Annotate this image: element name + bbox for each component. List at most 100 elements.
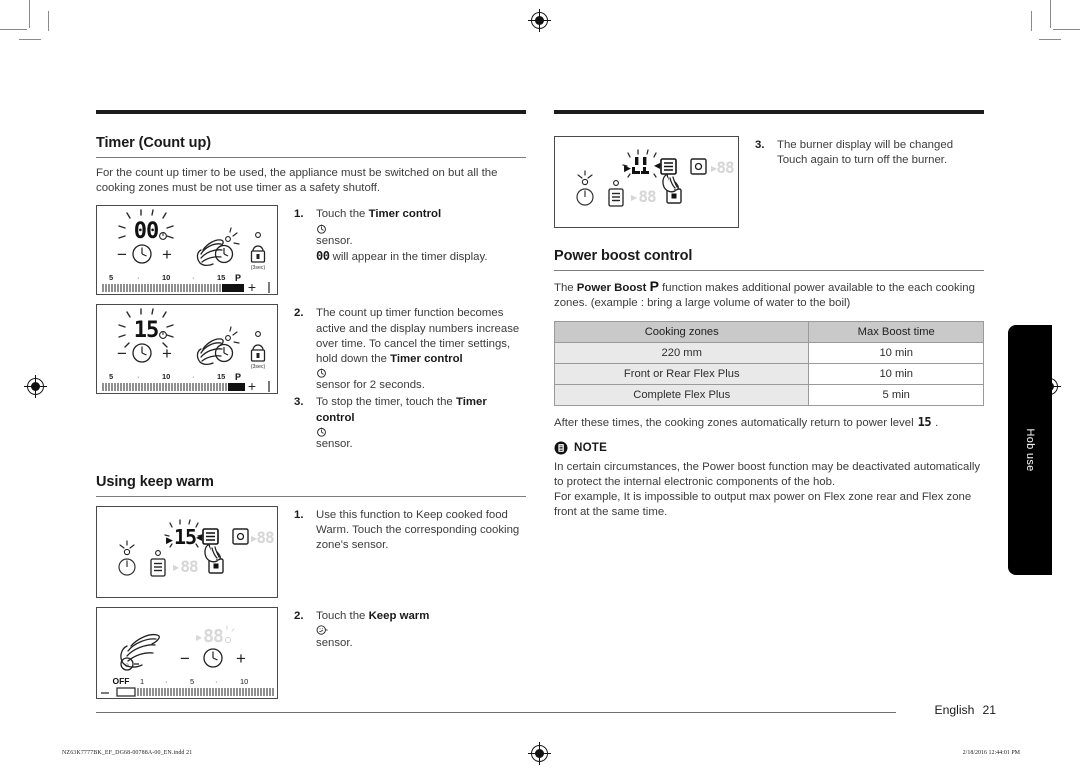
svg-text:P: P: [235, 372, 241, 382]
svg-text:▶: ▶: [251, 534, 258, 543]
svg-text:88: 88: [716, 158, 734, 177]
svg-text:·: ·: [215, 677, 218, 686]
svg-text:OFF: OFF: [113, 676, 130, 686]
heading-underline: [96, 157, 526, 158]
svg-text:·: ·: [137, 273, 140, 282]
svg-text:+: +: [162, 344, 172, 363]
figure-burner-cell: 88 ▶ ▶ ◀ 88 ▶: [554, 136, 739, 228]
svg-text:+: +: [248, 279, 256, 294]
step-item: 1. Use this function to Keep cooked food…: [294, 508, 526, 554]
step-text-post: sensor.: [316, 437, 353, 450]
step-item: 3. The burner display will be changed To…: [755, 138, 984, 168]
power-level-value: 15: [917, 415, 932, 430]
figure-timer-00-cell: 00 − + (3sec) 5 · 10 · 15 P +: [96, 205, 278, 296]
step-text-post: sensor for 2 seconds.: [316, 379, 425, 392]
table-row: 220 mm 10 min: [553, 342, 984, 365]
svg-text:☺: ☺: [124, 663, 130, 669]
svg-text:·: ·: [137, 372, 140, 381]
svg-text:▶: ▶: [711, 164, 718, 173]
section-heading-power-boost: Power boost control: [554, 248, 693, 264]
svg-text:15: 15: [217, 273, 225, 282]
step-number: 1.: [294, 509, 304, 522]
svg-text:15: 15: [134, 318, 159, 343]
step-text-pre: Touch the: [316, 610, 369, 623]
section-heading-timer: Timer (Count up): [96, 135, 211, 151]
crop-mark-tr-h: [1053, 29, 1080, 30]
imprint-timestamp: 2/18/2016 12:44:01 PM: [962, 750, 1020, 756]
svg-text:(3sec): (3sec): [251, 364, 266, 370]
step-item: 3. To stop the timer, touch the Timer co…: [294, 395, 526, 452]
after-table-text: After these times, the cooking zones aut…: [554, 417, 914, 430]
svg-text:5: 5: [109, 273, 113, 282]
figure-timer-15-cell: 15 − + (3sec) 5 · 10 · 15 P +: [96, 304, 278, 395]
registration-mark-bottom: [528, 742, 551, 765]
step-number: 2.: [294, 610, 304, 623]
step-text: Touch the Timer control sensor. 00 will …: [316, 207, 526, 265]
svg-text:+: +: [248, 378, 256, 393]
step-1-cell: 1. Touch the Timer control sensor. 00 wi…: [278, 205, 526, 267]
keep-warm-icon: [316, 625, 328, 635]
boost-time-table: Cooking zones Max Boost time 220 mm 10 m…: [553, 321, 984, 407]
step-item: 2. The count up timer function becomes a…: [294, 306, 526, 393]
step-text-pre: Touch the: [316, 208, 369, 221]
crop-mark-tl-v: [29, 0, 30, 28]
heading-underline: [554, 270, 984, 271]
table-cell-zone: Complete Flex Plus: [553, 384, 810, 407]
table-header-time: Max Boost time: [808, 321, 984, 344]
svg-text:88: 88: [638, 187, 656, 206]
section-heading-keep-warm: Using keep warm: [96, 474, 214, 491]
column-top-rule: [554, 110, 984, 114]
svg-text:10: 10: [240, 677, 248, 686]
keepwarm-step-1-cell: 1. Use this function to Keep cooked food…: [278, 506, 526, 556]
column-top-rule: [96, 110, 526, 114]
after-table-period: .: [935, 417, 939, 430]
footer-language: English: [934, 703, 975, 717]
power-boost-intro: The Power Boost P function makes additio…: [554, 278, 984, 311]
hob-figure-timer-15: 15 − + (3sec) 5 · 10 · 15 P +: [96, 304, 278, 395]
hob-figure-timer-00: 00 − + (3sec) 5 · 10 · 15 P +: [96, 205, 278, 296]
power-boost-p-glyph: P: [649, 278, 659, 294]
note-label: NOTE: [574, 441, 608, 455]
registration-mark-top: [528, 9, 551, 32]
steps-2-3-cell: 2. The count up timer function becomes a…: [278, 304, 526, 454]
step-item: 1. Touch the Timer control sensor. 00 wi…: [294, 207, 526, 265]
note-icon: [554, 441, 568, 455]
svg-text:▶: ▶: [166, 535, 173, 545]
note-body: In certain circumstances, the Power boos…: [554, 460, 981, 519]
timer-display-value: 00: [316, 248, 330, 263]
step-number: 3.: [755, 139, 765, 151]
timer-clock-icon: [317, 427, 326, 437]
footer-rule: [96, 712, 896, 713]
crop-mark-tr2-h: [1039, 39, 1061, 40]
timer-clock-icon: [317, 368, 326, 378]
svg-text:▶: ▶: [173, 563, 180, 572]
side-tab-label: Hob use: [1024, 428, 1036, 472]
step-text: The count up timer function becomes acti…: [316, 306, 526, 393]
figure-step-row-burner: 88 ▶ ▶ ◀ 88 ▶ 3. The burner display will…: [554, 136, 984, 228]
after-table-note: After these times, the cooking zones aut…: [554, 415, 984, 431]
svg-text:00: 00: [134, 219, 159, 244]
registration-mark-left: [24, 375, 47, 398]
table-header-row: Cooking zones Max Boost time: [553, 321, 984, 344]
intro-bold: Power Boost: [576, 282, 647, 294]
step-text-line2: Touch again to turn off the burner.: [777, 154, 948, 167]
svg-text:P: P: [235, 273, 241, 283]
svg-text:88: 88: [180, 557, 198, 576]
step-item: 2. Touch the Keep warm sensor.: [294, 609, 526, 651]
svg-text:5: 5: [109, 372, 113, 381]
step-number: 3.: [294, 396, 304, 409]
keepwarm-step-2-cell: 2. Touch the Keep warm sensor.: [278, 607, 526, 653]
table-cell-zone: 220 mm: [553, 342, 810, 365]
hob-figure-keepwarm-slider: 88 ▶ ☺ − + OFF 1 · 5 · 10: [96, 607, 278, 700]
step-text: To stop the timer, touch the Timer contr…: [316, 395, 526, 452]
svg-text:−: −: [117, 245, 127, 264]
crop-mark-tl-h: [0, 29, 27, 30]
heading-underline: [96, 496, 526, 498]
step-text: Touch the Keep warm sensor.: [316, 609, 526, 651]
step-text-line1: The burner display will be changed: [777, 139, 954, 151]
svg-text:▶: ▶: [196, 633, 203, 642]
footer-page-number: 21: [982, 703, 996, 717]
figure-keepwarm-zone-cell: 88 ▶ ▶ 15 ◀ 88 ▶: [96, 506, 278, 599]
table-header-zones: Cooking zones: [553, 321, 810, 344]
crop-mark-tr2-v: [1031, 11, 1032, 31]
